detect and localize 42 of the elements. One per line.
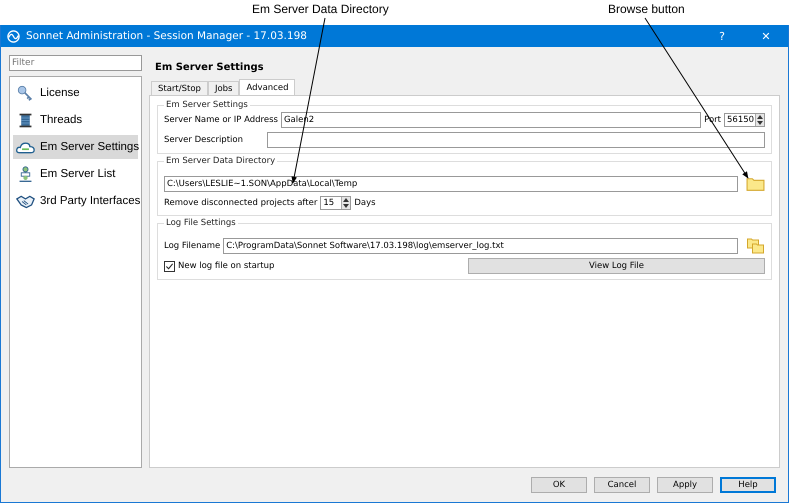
group-title: Em Server Data Directory [165, 156, 276, 166]
dialog-button[interactable]: OK [531, 477, 587, 493]
new-log-checkbox[interactable]: New log file on startup [164, 260, 274, 272]
field-label: Server Name or IP Address [164, 115, 278, 125]
view-log-file-button[interactable]: View Log File [468, 258, 765, 274]
close-button[interactable]: ✕ [744, 30, 788, 42]
field-label: Remove disconnected projects after [164, 198, 318, 208]
group-title: Em Server Settings [165, 100, 249, 110]
page-title: Em Server Settings [154, 60, 265, 74]
navigation-item[interactable]: 3rd Party Interfaces [13, 189, 138, 213]
help-button[interactable]: ? [700, 30, 744, 42]
key-icon [16, 84, 35, 102]
dialog-button[interactable]: Cancel [594, 477, 650, 493]
field-label: Days [354, 198, 376, 208]
filter-field[interactable]: Filter [9, 55, 142, 71]
folder-icon[interactable] [746, 176, 765, 192]
window-title: Sonnet Administration - Session Manager - 17.03.198 [26, 30, 307, 42]
callout-label: Browse button [608, 2, 685, 16]
tab[interactable]: Start/Stop [151, 81, 208, 95]
port-spinner[interactable]: 56150 [724, 113, 765, 127]
folders-icon[interactable] [746, 238, 765, 254]
navigation-item[interactable]: Em Server Settings [13, 135, 138, 159]
callout-label: Em Server Data Directory [252, 2, 389, 16]
field-label: Server Description [164, 135, 244, 145]
days-spinner[interactable]: 15 [320, 196, 352, 210]
description-field[interactable] [267, 132, 765, 148]
tab[interactable]: Jobs [208, 81, 240, 95]
checkmark-icon [165, 262, 174, 270]
sine-wave-icon [7, 30, 20, 42]
tab[interactable]: Advanced [239, 79, 296, 95]
dialog-button[interactable]: Apply [657, 477, 713, 493]
navigation-item[interactable]: Threads [13, 108, 138, 132]
spin-arrows-icon[interactable] [341, 197, 350, 209]
field-label: Log Filename [164, 241, 220, 251]
handshake-icon [16, 192, 35, 210]
navigation-item[interactable]: License [13, 81, 138, 105]
navigation-item[interactable]: Em Server List [13, 162, 138, 186]
dialog-button[interactable]: Help [720, 477, 776, 493]
spin-arrows-icon[interactable] [755, 114, 764, 126]
directory-field[interactable]: C:\Users\LESLIE~1.SON\AppData\Local\Temp [164, 176, 738, 192]
log-filename-field[interactable]: C:\ProgramData\Sonnet Software\17.03.198\log\emserver_log.txt [223, 238, 738, 254]
group-title: Log File Settings [165, 218, 237, 228]
